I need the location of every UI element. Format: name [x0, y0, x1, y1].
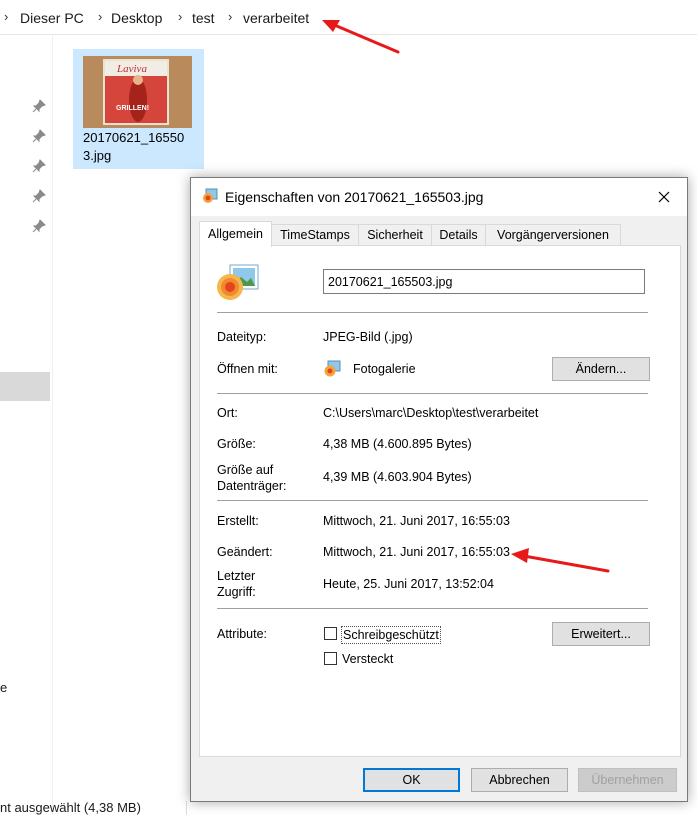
- groesse-dt-label-2: Datenträger:: [217, 479, 287, 493]
- groesse-value: 4,38 MB (4.600.895 Bytes): [323, 437, 472, 451]
- zugriff-value: Heute, 25. Juni 2017, 13:52:04: [323, 577, 494, 591]
- dialog-titlebar[interactable]: Eigenschaften von 20170621_165503.jpg: [191, 178, 687, 216]
- general-panel: Dateityp: JPEG-Bild (.jpg) Öffnen mit: F…: [199, 245, 681, 757]
- photo-gallery-icon: [324, 360, 341, 377]
- aendern-button[interactable]: Ändern...: [552, 357, 650, 381]
- pin-icon[interactable]: [32, 189, 46, 203]
- thumbnail-title: Laviva: [116, 63, 147, 75]
- tab-timestamps[interactable]: TimeStamps: [271, 224, 359, 246]
- uebernehmen-button[interactable]: Übernehmen: [578, 768, 677, 792]
- tab-vorgaengerversionen[interactable]: Vorgängerversionen: [485, 224, 621, 246]
- divider: [217, 312, 648, 313]
- ort-value: C:\Users\marc\Desktop\test\verarbeitet: [323, 406, 539, 420]
- annotation-arrow-icon: [511, 548, 610, 573]
- ort-label: Ort:: [217, 406, 238, 420]
- thumbnail-text: GRILLEN!: [116, 105, 149, 112]
- geaendert-label: Geändert:: [217, 545, 273, 559]
- versteckt-label[interactable]: Versteckt: [342, 651, 393, 667]
- dateityp-value: JPEG-Bild (.jpg): [323, 330, 413, 344]
- properties-dialog: Eigenschaften von 20170621_165503.jpg Al…: [190, 177, 688, 802]
- photo-file-icon: [217, 264, 259, 300]
- nav-item-selected[interactable]: [0, 372, 50, 401]
- dateityp-label: Dateityp:: [217, 330, 267, 344]
- abbrechen-button[interactable]: Abbrechen: [471, 768, 568, 792]
- navigation-pane: [0, 35, 53, 815]
- pin-icon[interactable]: [32, 219, 46, 233]
- breadcrumb-desktop[interactable]: Desktop: [111, 10, 162, 26]
- chevron-right-icon: ›: [4, 9, 9, 24]
- groesse-dt-value: 4,39 MB (4.603.904 Bytes): [323, 470, 472, 484]
- zugriff-label-2: Zugriff:: [217, 585, 256, 599]
- erweitert-button[interactable]: Erweitert...: [552, 622, 650, 646]
- breadcrumb-dieser-pc[interactable]: Dieser PC: [20, 10, 84, 26]
- groesse-label: Größe:: [217, 437, 256, 451]
- oeffnen-mit-value: Fotogalerie: [353, 362, 416, 376]
- zugriff-label-1: Letzter: [217, 569, 256, 583]
- chevron-right-icon: ›: [178, 9, 183, 24]
- groesse-dt-label-1: Größe auf: [217, 463, 274, 477]
- pin-icon[interactable]: [32, 129, 46, 143]
- breadcrumb-verarbeitet[interactable]: verarbeitet: [243, 10, 309, 26]
- attribute-label: Attribute:: [217, 627, 268, 641]
- chevron-right-icon: ›: [228, 9, 233, 24]
- tab-sicherheit[interactable]: Sicherheit: [358, 224, 432, 246]
- file-item[interactable]: Laviva GRILLEN! 20170621_16550 3.jpg: [73, 49, 204, 169]
- annotation-arrow-icon: [322, 20, 400, 54]
- divider: [217, 393, 648, 394]
- close-button[interactable]: [641, 178, 687, 216]
- file-name-line-1: 20170621_16550: [83, 130, 185, 145]
- tab-details[interactable]: Details: [431, 224, 486, 246]
- ok-button[interactable]: OK: [363, 768, 460, 792]
- file-name-line-2: 3.jpg: [83, 148, 112, 163]
- status-divider: [186, 801, 187, 815]
- geaendert-value: Mittwoch, 21. Juni 2017, 16:55:03: [323, 545, 510, 559]
- filename-input[interactable]: [323, 269, 645, 294]
- nav-item-label[interactable]: e: [0, 680, 7, 695]
- photo-file-icon: [203, 188, 218, 203]
- dialog-title: Eigenschaften von 20170621_165503.jpg: [225, 189, 484, 205]
- chevron-right-icon: ›: [98, 9, 103, 24]
- status-bar-text: nt ausgewählt (4,38 MB): [0, 800, 141, 815]
- divider: [217, 608, 648, 609]
- tab-allgemein[interactable]: Allgemein: [199, 221, 272, 247]
- schreibgeschuetzt-checkbox[interactable]: [324, 627, 337, 640]
- image-thumbnail: Laviva GRILLEN!: [83, 56, 192, 128]
- versteckt-checkbox[interactable]: [324, 652, 337, 665]
- schreibgeschuetzt-label[interactable]: Schreibgeschützt: [341, 626, 441, 644]
- pin-icon[interactable]: [32, 99, 46, 113]
- erstellt-label: Erstellt:: [217, 514, 259, 528]
- pin-icon[interactable]: [32, 159, 46, 173]
- erstellt-value: Mittwoch, 21. Juni 2017, 16:55:03: [323, 514, 510, 528]
- file-name-label: 20170621_16550 3.jpg: [83, 129, 203, 165]
- divider: [217, 500, 648, 501]
- breadcrumb-test[interactable]: test: [192, 10, 215, 26]
- oeffnen-mit-label: Öffnen mit:: [217, 362, 278, 376]
- close-icon: [658, 191, 670, 203]
